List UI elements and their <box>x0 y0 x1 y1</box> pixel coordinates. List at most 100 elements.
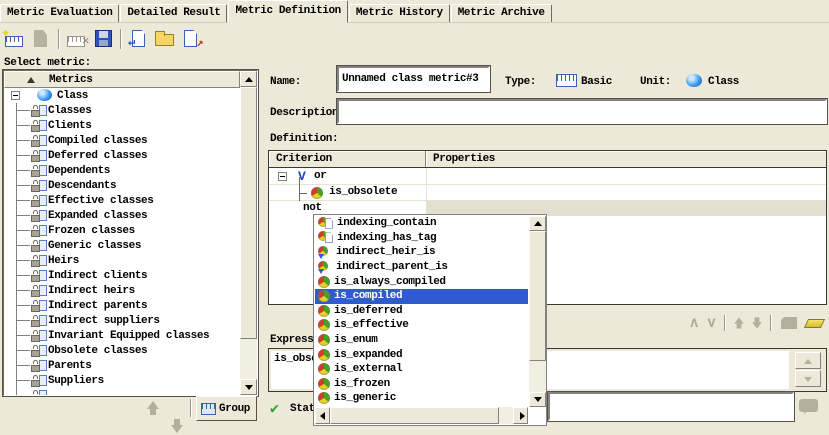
move-criterion-up-button[interactable] <box>732 316 746 330</box>
tab-label: Metric Archive <box>458 7 545 19</box>
tab-detailed-result[interactable]: Detailed Result <box>120 4 227 23</box>
dropdown-item[interactable]: indexing_has_tag <box>315 231 528 246</box>
tree-item[interactable]: Parents <box>4 358 240 373</box>
tree-item-label: Effective classes <box>48 195 153 207</box>
tree-item[interactable]: Frozen classes <box>4 223 240 238</box>
tree-item-class-root[interactable]: Class <box>4 88 240 103</box>
tree-item[interactable]: Heirs <box>4 253 240 268</box>
tree-scrollbar[interactable] <box>240 71 257 395</box>
tree-item[interactable]: Generic classes <box>4 238 240 253</box>
dropdown-item[interactable]: is_frozen <box>315 377 528 392</box>
dropdown-item[interactable]: indirect_parent_is <box>315 260 528 275</box>
scroll-left-button[interactable] <box>315 407 330 424</box>
tree-item[interactable]: Descendants <box>4 178 240 193</box>
scrollbar-thumb[interactable] <box>240 87 257 339</box>
dropdown-vertical-scrollbar[interactable] <box>529 216 546 407</box>
comment-bubble-icon[interactable] <box>799 399 818 412</box>
metric-lock-icon <box>30 120 47 132</box>
save-icon <box>95 30 112 47</box>
import-metrics-button[interactable]: ↵ <box>127 27 151 51</box>
tree-item[interactable]: Compiled classes <box>4 133 240 148</box>
export-metrics-button[interactable]: ↗ <box>179 27 203 51</box>
new-metric-button[interactable]: ✦ <box>3 27 27 51</box>
tree-item[interactable]: Effective classes <box>4 193 240 208</box>
group-toggle-button[interactable]: Group <box>196 396 257 421</box>
delete-criterion-button[interactable] <box>781 317 797 329</box>
collapse-icon[interactable] <box>11 91 20 100</box>
toolbar-separator <box>120 29 122 49</box>
dropdown-item[interactable]: is_effective <box>315 318 528 333</box>
tree-item[interactable]: Suppliers <box>4 373 240 388</box>
tree-root-label: Class <box>57 90 88 102</box>
name-input[interactable]: Unnamed class metric#3 <box>337 66 490 92</box>
scroll-up-button[interactable] <box>529 216 546 231</box>
save-metric-button[interactable] <box>91 27 115 51</box>
clear-definition-button[interactable] <box>804 319 825 328</box>
tree-item[interactable]: Expanded classes <box>4 208 240 223</box>
tree-item-label: Suppliers <box>48 375 104 387</box>
metric-lock-icon <box>30 375 47 387</box>
tab-metric-definition[interactable]: Metric Definition <box>228 0 347 23</box>
collapse-icon[interactable] <box>278 172 287 181</box>
move-metric-down-button[interactable] <box>168 417 186 435</box>
scroll-right-button[interactable] <box>513 407 528 424</box>
dropdown-item-label: is_enum <box>334 334 377 346</box>
scroll-down-button[interactable] <box>529 392 546 407</box>
tree-item[interactable]: Indirect clients <box>4 268 240 283</box>
criterion-pie-icon <box>318 276 330 288</box>
tree-item-label: Invariant Equipped classes <box>48 330 209 342</box>
tree-item[interactable]: Invariant Equipped classes <box>4 328 240 343</box>
move-criterion-down-button[interactable] <box>750 316 764 330</box>
new-sparkle-icon: ✦ <box>2 25 9 40</box>
criterion-row-is-obsolete[interactable]: is_obsolete <box>269 185 826 201</box>
tree-item[interactable]: Indirect parents <box>4 298 240 313</box>
dropdown-horizontal-scrollbar[interactable] <box>315 407 528 424</box>
down-arrow-icon <box>534 397 542 402</box>
unit-class-icon <box>686 74 702 87</box>
tree-item[interactable]: Indirect suppliers <box>4 313 240 328</box>
or-criterion-button[interactable]: V <box>708 316 715 331</box>
and-criterion-button[interactable]: Λ <box>690 316 697 331</box>
tree-item[interactable]: Dependents <box>4 163 240 178</box>
dropdown-item[interactable]: is_generic <box>315 391 528 406</box>
dropdown-item[interactable]: is_expanded <box>315 347 528 362</box>
tab-metric-history[interactable]: Metric History <box>349 4 450 23</box>
criterion-row-or[interactable]: V or <box>269 169 826 185</box>
criterion-column-header[interactable]: Criterion <box>269 151 426 167</box>
properties-column-header[interactable]: Properties <box>426 151 826 167</box>
dropdown-item[interactable]: is_always_compiled <box>315 274 528 289</box>
expression-scroll-down-button[interactable] <box>795 370 821 387</box>
delete-metric-button[interactable]: ✕ <box>65 27 89 51</box>
metric-lock-icon <box>30 225 47 237</box>
dropdown-item[interactable]: indirect_heir_is <box>315 245 528 260</box>
tree-item-partial[interactable] <box>4 388 240 395</box>
dropdown-item[interactable]: is_external <box>315 362 528 377</box>
dropdown-item[interactable]: is_compiled <box>315 289 528 304</box>
tree-item[interactable]: Clients <box>4 118 240 133</box>
dropdown-item-label: is_always_compiled <box>334 276 446 288</box>
scroll-up-button[interactable] <box>240 71 257 87</box>
open-metric-file-button[interactable] <box>153 27 177 51</box>
dropdown-item[interactable]: indexing_contain <box>315 216 528 231</box>
scroll-down-button[interactable] <box>240 379 257 395</box>
metrics-column-header[interactable]: Metrics <box>4 71 240 88</box>
scrollbar-thumb[interactable] <box>529 231 546 361</box>
metric-toolbar: ✦ ✕ ↵ ↗ <box>2 26 204 52</box>
dropdown-item[interactable]: is_enum <box>315 333 528 348</box>
copy-metric-button[interactable] <box>29 27 53 51</box>
expression-scroll-up-button[interactable] <box>795 352 821 369</box>
metric-lock-icon <box>30 210 47 222</box>
dropdown-item[interactable]: is_deferred <box>315 304 528 319</box>
tree-item-label: Indirect suppliers <box>48 315 160 327</box>
tab-metric-archive[interactable]: Metric Archive <box>451 4 552 23</box>
scrollbar-thumb[interactable] <box>330 407 499 424</box>
move-metric-up-button[interactable] <box>144 399 162 417</box>
tree-item[interactable]: Classes <box>4 103 240 118</box>
description-input[interactable] <box>337 99 827 124</box>
tree-item[interactable]: Obsolete classes <box>4 343 240 358</box>
tab-metric-evaluation[interactable]: Metric Evaluation <box>0 4 119 23</box>
tree-item[interactable]: Indirect heirs <box>4 283 240 298</box>
tree-item[interactable]: Deferred classes <box>4 148 240 163</box>
status-message-field[interactable] <box>548 392 794 421</box>
metric-tool-window: { "tabs": [ { "label": "Metric Evaluatio… <box>0 0 829 426</box>
